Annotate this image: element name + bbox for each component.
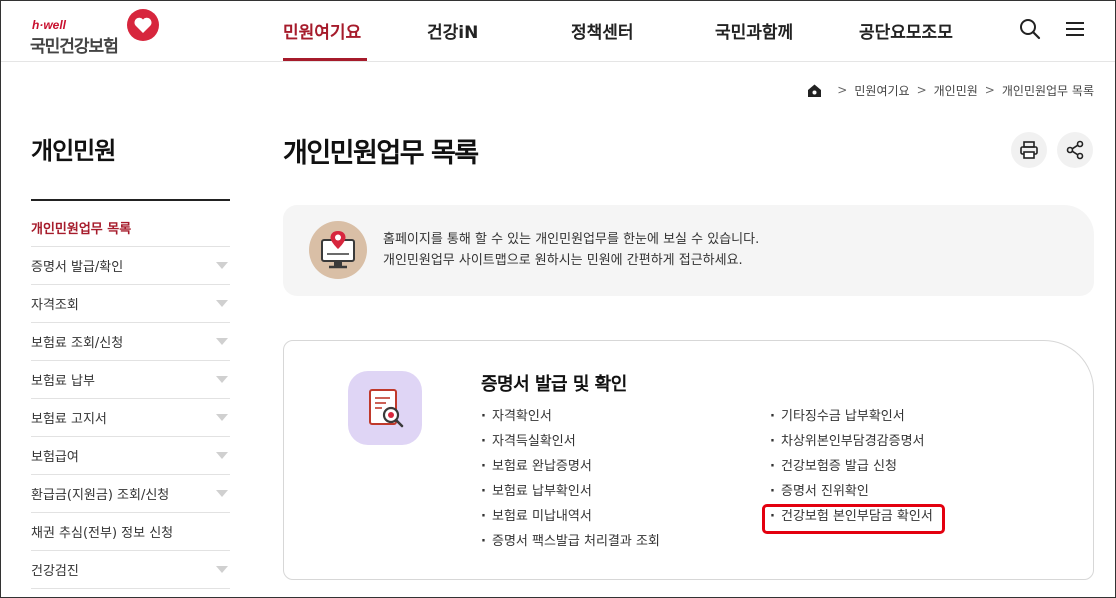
info-text: 홈페이지를 통해 할 수 있는 개인민원업무를 한눈에 보실 수 있습니다. 개…	[383, 229, 759, 271]
section-title: 증명서 발급 및 확인	[481, 374, 627, 395]
sidebar-item-label: 환급금(지원금) 조회/신청	[31, 488, 170, 503]
sidebar-item-checkup[interactable]: 건강검진	[31, 551, 230, 589]
chevron-down-icon	[216, 490, 228, 497]
nav-item-together[interactable]: 국민과함께	[715, 18, 793, 43]
sidebar-item-certificates[interactable]: 증명서 발급/확인	[31, 247, 230, 285]
home-icon[interactable]	[807, 83, 822, 98]
nav-item-health-in[interactable]: 건강iN	[427, 18, 478, 43]
sidebar-item-label: 채권 추심(전부) 정보 신청	[31, 526, 174, 541]
certificate-search-icon	[348, 371, 422, 445]
breadcrumb-item[interactable]: 민원여기요	[854, 82, 909, 99]
chevron-down-icon	[216, 376, 228, 383]
list-item-link[interactable]: 자격확인서	[481, 404, 660, 429]
sidebar-item-label: 보험급여	[31, 450, 79, 465]
nav-item-minwon[interactable]: 민원여기요	[283, 18, 361, 43]
sidebar-item-label: 자격조회	[31, 298, 79, 313]
menu-icon[interactable]	[1064, 18, 1086, 40]
list-item-link-highlighted[interactable]: 건강보험 본인부담금 확인서	[770, 504, 933, 529]
list-item-link[interactable]: 보험료 미납내역서	[481, 504, 660, 529]
monitor-location-icon	[309, 221, 367, 279]
chevron-down-icon	[216, 414, 228, 421]
chevron-down-icon	[216, 452, 228, 459]
list-item-link[interactable]: 보험료 납부확인서	[481, 479, 660, 504]
share-button[interactable]	[1057, 132, 1093, 168]
sidebar-item-label: 건강검진	[31, 564, 79, 579]
sidebar-item-label: 보험료 고지서	[31, 412, 107, 427]
sidebar-menu: 개인민원업무 목록 증명서 발급/확인 자격조회 보험료 조회/신청 보험료 납…	[31, 209, 230, 589]
sidebar-item-eligibility[interactable]: 자격조회	[31, 285, 230, 323]
list-item-link[interactable]: 증명서 진위확인	[770, 479, 933, 504]
sidebar-item-label: 보험료 납부	[31, 374, 95, 389]
certificate-section-card: 증명서 발급 및 확인 자격확인서 자격득실확인서 보험료 완납증명서 보험료 …	[283, 340, 1094, 580]
sidebar-item-civil-list[interactable]: 개인민원업무 목록	[31, 209, 230, 247]
sidebar-item-premium-payment[interactable]: 보험료 납부	[31, 361, 230, 399]
sidebar-title: 개인민원	[31, 137, 116, 165]
breadcrumb-current[interactable]: 개인민원업무 목록	[1002, 82, 1094, 99]
share-icon	[1066, 140, 1084, 160]
heart-logo-icon	[127, 9, 159, 41]
nav-item-policy[interactable]: 정책센터	[571, 18, 634, 43]
chevron-down-icon	[216, 566, 228, 573]
chevron-down-icon	[216, 338, 228, 345]
print-button[interactable]	[1011, 132, 1047, 168]
list-item-link[interactable]: 기타징수금 납부확인서	[770, 404, 933, 429]
chevron-down-icon	[216, 262, 228, 269]
sidebar-item-benefits[interactable]: 보험급여	[31, 437, 230, 475]
sidebar-item-label: 개인민원업무 목록	[31, 222, 132, 237]
site-logo[interactable]: h·well 국민건강보험	[30, 8, 170, 57]
sidebar-item-label: 보험료 조회/신청	[31, 336, 124, 351]
certificate-list-right: 기타징수금 납부확인서 차상위본인부담경감증명서 건강보험증 발급 신청 증명서…	[770, 404, 933, 529]
breadcrumb-separator: >	[984, 83, 995, 97]
breadcrumb: > 민원여기요 > 개인민원 > 개인민원업무 목록	[807, 81, 1094, 99]
list-item-link[interactable]: 증명서 팩스발급 처리결과 조회	[481, 529, 660, 554]
list-item-link[interactable]: 건강보험증 발급 신청	[770, 454, 933, 479]
info-line: 개인민원업무 사이트맵으로 원하시는 민원에 간편하게 접근하세요.	[383, 253, 743, 268]
sidebar-divider	[31, 199, 230, 201]
list-item-link[interactable]: 자격득실확인서	[481, 429, 660, 454]
page-title: 개인민원업무 목록	[283, 138, 479, 169]
info-line: 홈페이지를 통해 할 수 있는 개인민원업무를 한눈에 보실 수 있습니다.	[383, 232, 760, 247]
sidebar-item-premium-inquiry[interactable]: 보험료 조회/신청	[31, 323, 230, 361]
breadcrumb-item[interactable]: 개인민원	[934, 82, 978, 99]
list-item-link[interactable]: 차상위본인부담경감증명서	[770, 429, 933, 454]
certificate-list-left: 자격확인서 자격득실확인서 보험료 완납증명서 보험료 납부확인서 보험료 미납…	[481, 404, 660, 554]
chevron-down-icon	[216, 300, 228, 307]
list-item-link[interactable]: 보험료 완납증명서	[481, 454, 660, 479]
sidebar-item-premium-notice[interactable]: 보험료 고지서	[31, 399, 230, 437]
site-header: h·well 국민건강보험 민원여기요 건강iN 정책센터 국민과함께 공단요모…	[0, 0, 1116, 62]
nav-item-about[interactable]: 공단요모조모	[859, 18, 953, 43]
sidebar-item-label: 증명서 발급/확인	[31, 260, 124, 275]
info-box: 홈페이지를 통해 할 수 있는 개인민원업무를 한눈에 보실 수 있습니다. 개…	[283, 205, 1094, 296]
sidebar-item-debt-collection[interactable]: 채권 추심(전부) 정보 신청	[31, 513, 230, 551]
print-icon	[1020, 141, 1038, 159]
search-icon[interactable]	[1019, 18, 1041, 40]
logo-tagline: h·well	[32, 18, 67, 32]
breadcrumb-separator: >	[837, 83, 848, 97]
breadcrumb-separator: >	[916, 83, 927, 97]
active-nav-indicator	[283, 58, 367, 61]
sidebar-item-refund[interactable]: 환급금(지원금) 조회/신청	[31, 475, 230, 513]
logo-text: 국민건강보험	[30, 37, 119, 57]
